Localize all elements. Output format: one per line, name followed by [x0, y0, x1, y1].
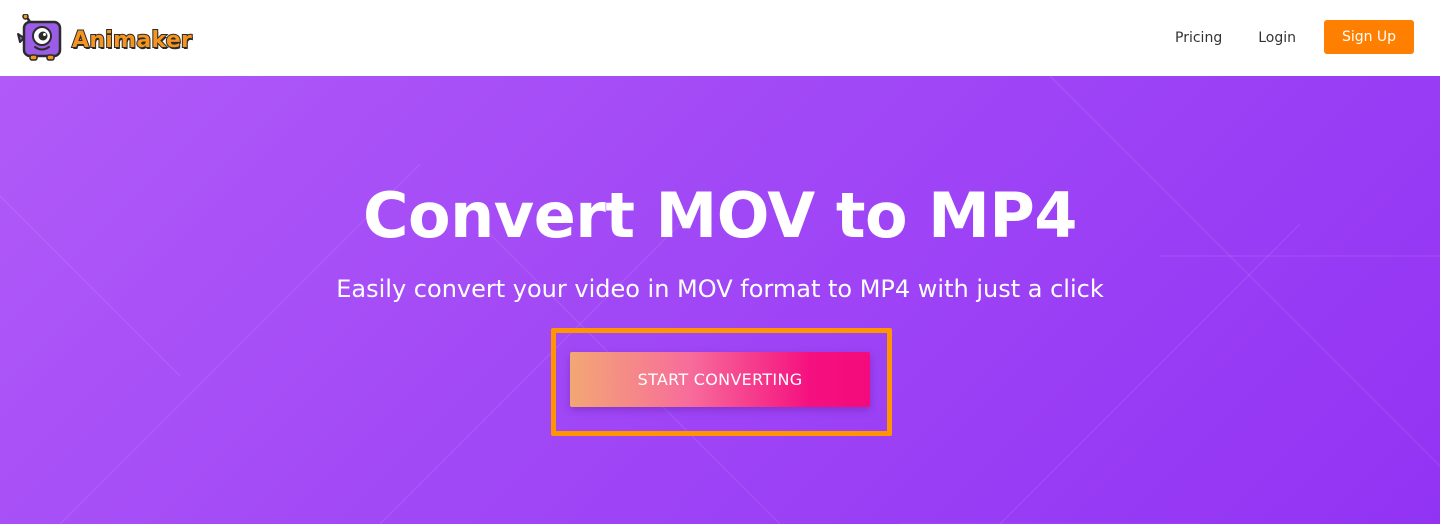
page-subtitle: Easily convert your video in MOV format …: [336, 275, 1104, 303]
start-converting-button[interactable]: START CONVERTING: [570, 352, 870, 407]
signup-button[interactable]: Sign Up: [1324, 20, 1414, 54]
hero-section: Convert MOV to MP4 Easily convert your v…: [0, 76, 1440, 524]
main-nav: Pricing Login Sign Up: [1157, 20, 1414, 55]
animaker-mascot-icon: [17, 14, 62, 61]
nav-link-login[interactable]: Login: [1240, 21, 1314, 55]
page-title: Convert MOV to MP4: [363, 179, 1077, 252]
nav-link-pricing[interactable]: Pricing: [1157, 21, 1240, 55]
site-header: Animaker Pricing Login Sign Up: [0, 0, 1440, 76]
brand-wordmark: Animaker: [71, 27, 193, 54]
animaker-logo-link[interactable]: Animaker: [16, 14, 193, 62]
